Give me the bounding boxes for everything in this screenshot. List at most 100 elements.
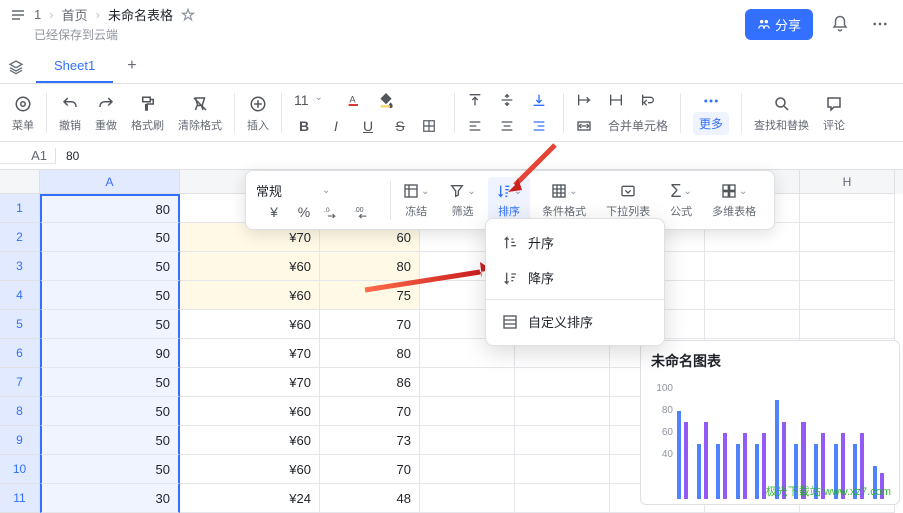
layers-icon[interactable] xyxy=(8,59,36,83)
dec-decrease-button[interactable]: .0 xyxy=(324,205,344,219)
font-size-select[interactable]: 11⌄ xyxy=(294,92,334,108)
underline-button[interactable]: U xyxy=(358,118,378,134)
bold-button[interactable]: B xyxy=(294,118,314,134)
fill-color-button[interactable] xyxy=(378,92,398,108)
cell[interactable] xyxy=(800,252,895,281)
freeze-button[interactable]: ⌄ 冻结 xyxy=(395,177,437,223)
cell[interactable]: 50 xyxy=(40,223,180,252)
align-left-button[interactable] xyxy=(467,118,487,134)
valign-bottom-button[interactable] xyxy=(531,92,551,108)
embedded-chart[interactable]: 未命名图表 100806040 xyxy=(640,340,900,505)
cell[interactable]: ¥60 xyxy=(180,281,320,310)
format-painter-button[interactable]: 格式刷 xyxy=(125,91,170,135)
cell[interactable]: 50 xyxy=(40,368,180,397)
row-header[interactable]: 3 xyxy=(0,252,40,281)
cell[interactable]: ¥60 xyxy=(180,455,320,484)
font-color-button[interactable]: A xyxy=(346,92,366,108)
cell[interactable]: 50 xyxy=(40,310,180,339)
cell[interactable]: ¥60 xyxy=(180,397,320,426)
cell[interactable] xyxy=(515,368,610,397)
wrap-wrap-button[interactable] xyxy=(640,92,660,108)
sort-custom-item[interactable]: 自定义排序 xyxy=(486,304,664,339)
multitable-button[interactable]: ⌄ 多维表格 xyxy=(704,177,764,223)
cell[interactable] xyxy=(800,223,895,252)
tab-sheet1[interactable]: Sheet1 xyxy=(36,50,113,83)
row-header[interactable]: 5 xyxy=(0,310,40,339)
breadcrumb-back[interactable]: 1 xyxy=(34,7,41,22)
cell[interactable] xyxy=(705,281,800,310)
star-icon[interactable] xyxy=(181,8,195,22)
cell[interactable]: 48 xyxy=(320,484,420,513)
cell[interactable] xyxy=(420,397,515,426)
bell-icon[interactable] xyxy=(827,11,853,37)
cell[interactable] xyxy=(420,455,515,484)
breadcrumb-home[interactable]: 首页 xyxy=(62,5,88,24)
cell[interactable]: 50 xyxy=(40,426,180,455)
share-button[interactable]: 分享 xyxy=(745,9,813,40)
cell[interactable] xyxy=(705,252,800,281)
cell[interactable]: 70 xyxy=(320,310,420,339)
valign-mid-button[interactable] xyxy=(499,92,519,108)
sort-button[interactable]: ⌄ 排序 xyxy=(488,177,530,223)
cell[interactable]: 70 xyxy=(320,455,420,484)
row-header[interactable]: 10 xyxy=(0,455,40,484)
more-icon[interactable] xyxy=(867,11,893,37)
cell[interactable]: 86 xyxy=(320,368,420,397)
row-header[interactable]: 8 xyxy=(0,397,40,426)
cell[interactable] xyxy=(420,426,515,455)
cell[interactable] xyxy=(515,455,610,484)
cell[interactable] xyxy=(800,281,895,310)
merge-label[interactable]: 合并单元格 xyxy=(608,117,668,134)
row-header[interactable]: 2 xyxy=(0,223,40,252)
row-header[interactable]: 1 xyxy=(0,194,40,223)
cell[interactable]: ¥60 xyxy=(180,252,320,281)
align-center-button[interactable] xyxy=(499,118,519,134)
cell[interactable]: 80 xyxy=(320,339,420,368)
cell[interactable]: 30 xyxy=(40,484,180,513)
row-header[interactable]: 7 xyxy=(0,368,40,397)
italic-button[interactable]: I xyxy=(326,118,346,134)
cell[interactable]: 50 xyxy=(40,281,180,310)
row-header[interactable]: 11 xyxy=(0,484,40,513)
cell[interactable]: ¥60 xyxy=(180,426,320,455)
row-header[interactable]: 6 xyxy=(0,339,40,368)
align-right-button[interactable] xyxy=(531,118,551,134)
cond-format-button[interactable]: ⌄ 条件格式 xyxy=(534,177,594,223)
more-button[interactable]: 更多 xyxy=(687,88,735,137)
cell[interactable]: 50 xyxy=(40,252,180,281)
sort-asc-item[interactable]: 升序 xyxy=(486,225,664,260)
cell[interactable]: ¥70 xyxy=(180,368,320,397)
dropdown-list-button[interactable]: 下拉列表 xyxy=(598,177,658,223)
col-header-a[interactable]: A xyxy=(40,170,180,194)
select-all-corner[interactable] xyxy=(0,170,40,194)
row-header[interactable]: 9 xyxy=(0,426,40,455)
cell[interactable]: 73 xyxy=(320,426,420,455)
wrap-clip-button[interactable] xyxy=(608,92,628,108)
sort-desc-item[interactable]: 降序 xyxy=(486,260,664,295)
cell[interactable] xyxy=(515,397,610,426)
cell[interactable]: 75 xyxy=(320,281,420,310)
cell-reference[interactable]: A1 xyxy=(0,148,56,164)
cell[interactable]: 70 xyxy=(320,397,420,426)
redo-button[interactable]: 重做 xyxy=(89,91,123,135)
cell[interactable] xyxy=(420,368,515,397)
add-tab-button[interactable]: + xyxy=(113,49,150,83)
valign-top-button[interactable] xyxy=(467,92,487,108)
cell-value-input[interactable]: 80 xyxy=(56,149,79,163)
cell[interactable] xyxy=(800,194,895,223)
wrap-overflow-button[interactable] xyxy=(576,92,596,108)
percent-button[interactable]: % xyxy=(294,204,314,220)
menu-toggle-icon[interactable] xyxy=(10,7,26,23)
cell[interactable]: 50 xyxy=(40,397,180,426)
currency-button[interactable]: ¥ xyxy=(264,204,284,220)
menu-button[interactable]: 菜单 xyxy=(6,91,40,135)
cell[interactable] xyxy=(705,310,800,339)
col-header-h[interactable]: H xyxy=(800,170,895,194)
merge-icon[interactable] xyxy=(576,118,596,134)
filter-button[interactable]: ⌄ 筛选 xyxy=(441,177,483,223)
strike-button[interactable]: S xyxy=(390,118,410,134)
formula-button[interactable]: Σ⌄ 公式 xyxy=(662,177,700,223)
dec-increase-button[interactable]: .00 xyxy=(354,205,374,219)
number-format-select[interactable]: 常规⌄ xyxy=(256,181,382,200)
breadcrumb-current[interactable]: 未命名表格 xyxy=(108,5,173,24)
